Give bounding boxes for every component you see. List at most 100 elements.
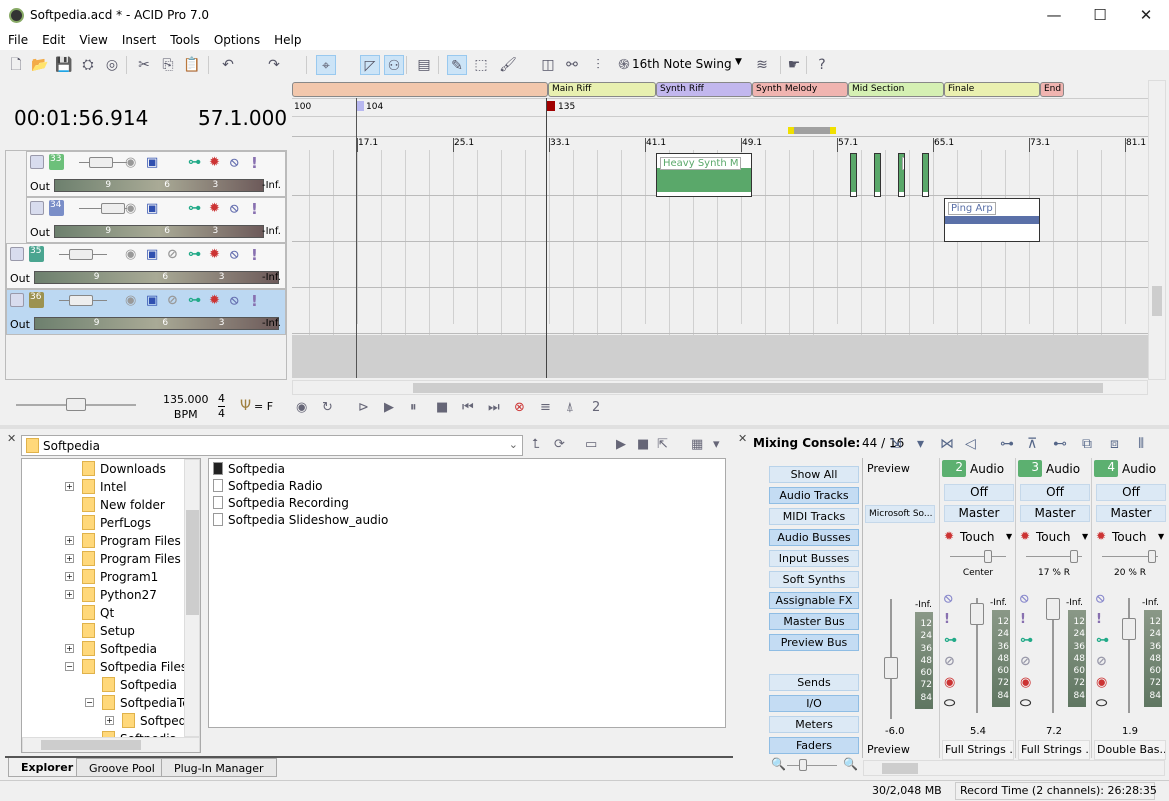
undo-icon[interactable]: ↶ (218, 55, 238, 75)
mixer-filter-master-bus[interactable]: Master Bus (769, 613, 859, 630)
phase-icon[interactable]: ⊘ (944, 655, 955, 669)
track-lane[interactable] (292, 288, 1148, 334)
chevron-down-icon[interactable]: ▾ (713, 438, 720, 452)
clip-heavy-synth-slice[interactable] (850, 153, 857, 197)
volume-slider[interactable] (59, 295, 107, 306)
expand-icon[interactable]: + (105, 716, 114, 725)
erase-tool-icon[interactable]: ◫ (538, 55, 558, 75)
fx-icon[interactable]: ⊶ (188, 202, 201, 216)
tempo-flag-icon[interactable] (547, 101, 555, 111)
insert-bus-icon2[interactable]: ⊼ (1027, 437, 1037, 451)
redo-icon[interactable]: ↷ (264, 55, 284, 75)
file-item[interactable]: Softpedia Slideshow_audio (213, 513, 721, 530)
mixer-filter-assignable-fx[interactable]: Assignable FX (769, 592, 859, 609)
track-name[interactable]: Full Strings ... (942, 740, 1014, 760)
record-arm-icon[interactable]: ◉ (944, 676, 955, 690)
mute-icon[interactable]: ⦸ (1020, 592, 1028, 606)
track-number[interactable]: 33 (49, 154, 64, 170)
downmix-icon[interactable]: ⋈ (940, 437, 954, 451)
chevron-down-icon[interactable]: ▼ (1006, 530, 1012, 544)
mute-icon[interactable]: ⦸ (230, 294, 238, 308)
loop-region[interactable] (788, 127, 836, 134)
section-marker[interactable]: Synth Riff (656, 82, 752, 97)
save-icon[interactable]: 💾 (54, 55, 74, 75)
mixer-filter-show-all[interactable]: Show All (769, 466, 859, 483)
track-number[interactable]: 36 (29, 292, 44, 308)
solo-icon[interactable]: ! (251, 156, 258, 171)
insert-fx2-icon[interactable]: ⧈ (1110, 437, 1119, 451)
volume-slider[interactable] (79, 157, 127, 168)
lock-envelopes-icon[interactable]: ⚇ (384, 55, 404, 75)
solo-icon[interactable]: ! (944, 613, 950, 627)
insert-fx-icon[interactable]: ⊶ (1000, 437, 1014, 451)
file-item[interactable]: Softpedia Radio (213, 479, 721, 496)
solo-icon[interactable]: ! (1096, 613, 1102, 627)
solo-icon[interactable]: ! (251, 294, 258, 309)
insert-synth-icon[interactable]: ⊷ (1053, 437, 1067, 451)
file-list[interactable]: Softpedia Softpedia Radio Softpedia Record… (208, 458, 726, 728)
mute-icon[interactable]: ⦸ (230, 156, 238, 170)
mixer-filter-audio-tracks[interactable]: Audio Tracks (769, 487, 859, 504)
fx-icon[interactable]: ⊶ (1096, 634, 1109, 648)
expand-icon[interactable]: + (65, 590, 74, 599)
minimize-button[interactable]: — (1031, 0, 1077, 32)
stop-icon[interactable]: ■ (637, 438, 649, 452)
tree-folder[interactable]: + Intel (65, 479, 127, 497)
fx-icon[interactable]: ⊶ (1020, 634, 1033, 648)
mute-icon[interactable]: ⦸ (230, 248, 238, 262)
chevron-down-icon[interactable]: ▼ (1158, 530, 1164, 544)
mixer-zoom-slider[interactable] (787, 759, 837, 771)
record-icon[interactable]: ◉ (296, 401, 307, 415)
mixer-filter-audio-busses[interactable]: Audio Busses (769, 529, 859, 546)
automation-icon[interactable]: ✹ (209, 248, 220, 262)
volume-fader[interactable] (1122, 598, 1136, 713)
automation-icon[interactable]: ✹ (209, 202, 220, 216)
clip-heavy-synth[interactable]: Heavy Synth M (656, 153, 752, 197)
input-monitor-icon[interactable]: ⬭ (1096, 697, 1107, 711)
swing-dropdown[interactable]: 16th Note Swing (632, 57, 732, 71)
mixer-icon[interactable]: ≡ (540, 401, 551, 415)
pause-icon[interactable]: ⏸ (410, 401, 417, 415)
record-arm-icon[interactable]: ◉ (1096, 676, 1107, 690)
folder-tree[interactable]: Downloads + Intel New folder PerfLogs + Progra… (21, 458, 201, 753)
track-header-35[interactable]: 35 ◉ ▣ ⊘ ⊶ ✹ ⦸! Out 9 6 3 -Inf. (6, 243, 286, 289)
close-button[interactable]: ✕ (1123, 0, 1169, 32)
split-icon[interactable]: ⫶ (588, 55, 608, 75)
automation-mode[interactable]: Touch (1036, 530, 1070, 544)
mixer-filter-input-busses[interactable]: Input Busses (769, 550, 859, 567)
record-arm-icon[interactable]: ◉ (125, 294, 136, 308)
section-marker[interactable]: End (1040, 82, 1064, 97)
section-marker[interactable]: Mid Section (848, 82, 944, 97)
go-to-end-icon[interactable]: ⏭ (488, 401, 500, 415)
section-marker[interactable] (292, 82, 548, 97)
menu-help[interactable]: Help (266, 32, 307, 47)
pan-slider[interactable] (1026, 550, 1082, 563)
play-from-start-icon[interactable]: ⊳ (358, 401, 369, 415)
phase-icon[interactable]: ⊘ (1020, 655, 1031, 669)
swing-icon[interactable]: ֍ (614, 55, 634, 75)
volume-slider[interactable] (79, 203, 127, 214)
track-lane[interactable] (292, 242, 1148, 288)
tree-folder[interactable]: + Python27 (65, 587, 157, 605)
tree-folder[interactable]: Softpedia (102, 677, 177, 695)
automation-mode[interactable]: Touch (960, 530, 994, 544)
zoom-out-icon[interactable]: 🔍 (771, 757, 786, 771)
mute-icon[interactable]: ⦸ (1096, 592, 1104, 606)
record-arm-icon[interactable]: ◉ (1020, 676, 1031, 690)
output-select[interactable]: Master (1096, 505, 1166, 522)
tree-folder[interactable]: Downloads (82, 461, 166, 479)
stop-icon[interactable]: ■ (436, 401, 448, 415)
tree-folder[interactable]: PerfLogs (82, 515, 151, 533)
tab-explorer[interactable]: Explorer (8, 758, 87, 777)
expand-icon[interactable]: + (65, 482, 74, 491)
mixer-view-io[interactable]: I/O (769, 695, 859, 712)
up-folder-icon[interactable]: ⮤ (532, 438, 540, 452)
timeline-vscrollbar[interactable] (1148, 80, 1166, 380)
chevron-down-icon[interactable]: ▾ (917, 437, 924, 451)
track-name[interactable]: Full Strings ... (1018, 740, 1090, 760)
record-arm-icon[interactable]: ◉ (125, 248, 136, 262)
input-monitor-icon[interactable]: ▣ (146, 202, 158, 216)
input-monitor-icon[interactable]: ⬭ (944, 697, 955, 711)
track-expand-icon[interactable] (10, 293, 24, 307)
close-icon[interactable]: ✕ (7, 432, 16, 445)
